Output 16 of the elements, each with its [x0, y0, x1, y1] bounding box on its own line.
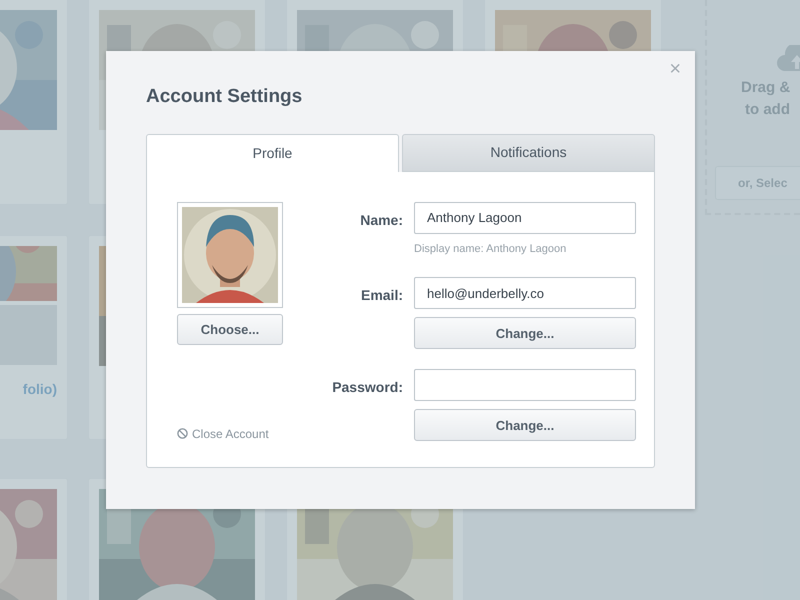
field-label: Email:: [360, 286, 403, 306]
field-label: Name:: [359, 210, 403, 230]
text-field[interactable]: hello@underbelly.co: [414, 277, 636, 310]
tab[interactable]: Notifications: [402, 134, 655, 172]
text-field[interactable]: Anthony Lagoon: [414, 202, 636, 234]
tab[interactable]: Profile: [146, 134, 399, 172]
change-button[interactable]: Change...: [414, 409, 636, 442]
prohibited-icon: [177, 428, 188, 440]
dialog-title: Account Settings: [146, 86, 304, 109]
change-button[interactable]: Change...: [414, 317, 636, 350]
field-hint: Display name: Anthony Lagoon: [414, 242, 568, 257]
password-field[interactable]: [414, 369, 636, 402]
field-label: Password:: [331, 378, 403, 398]
choose-button[interactable]: Choose...: [177, 314, 283, 345]
close-account-link[interactable]: Close Account: [177, 424, 283, 443]
card-title: folio): [22, 380, 57, 399]
